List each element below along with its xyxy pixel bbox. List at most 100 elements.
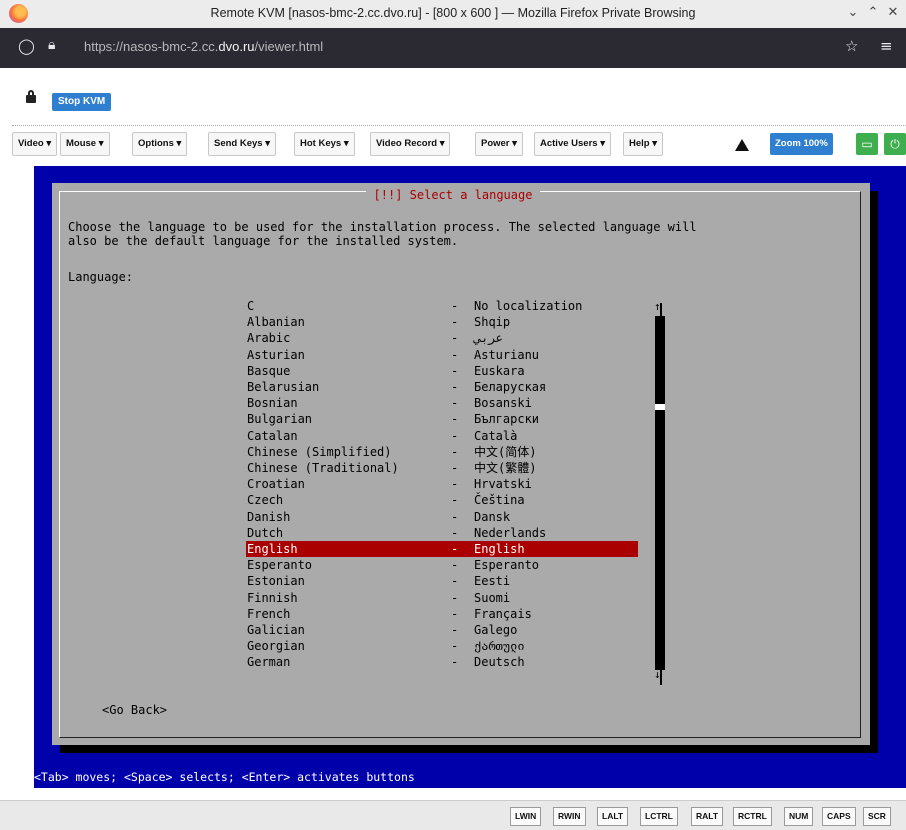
language-name: Galician <box>247 623 305 637</box>
language-name: C <box>247 299 255 313</box>
language-native-name: Nederlands <box>474 525 547 540</box>
screen-icon[interactable]: ▭ <box>856 133 878 155</box>
language-dash: - <box>451 412 459 427</box>
language-item[interactable]: Danish - Dansk <box>246 509 638 525</box>
language-item[interactable]: English - English <box>246 541 638 557</box>
language-item[interactable]: Georgian - ქართული <box>246 638 638 654</box>
language-name: Georgian <box>247 639 305 654</box>
menu-power[interactable]: Power ▾ <box>475 132 523 156</box>
language-item[interactable]: Basque - Euskara <box>246 363 638 379</box>
power-icon[interactable]: ⏻ <box>884 133 906 155</box>
shield-icon[interactable]: ◯ <box>18 37 35 55</box>
language-dash: - <box>451 509 459 524</box>
language-dash: - <box>451 477 459 492</box>
language-name: German <box>247 655 291 670</box>
language-item[interactable]: Asturian - Asturianu <box>246 347 638 363</box>
language-item[interactable]: Croatian - Hrvatski <box>246 476 638 492</box>
menu-video[interactable]: Video ▾ <box>12 132 58 156</box>
stop-kvm-button[interactable]: Stop KVM <box>52 93 112 111</box>
language-name: Basque <box>247 363 291 378</box>
scrollbar-lower[interactable] <box>655 414 665 670</box>
language-name: Danish <box>247 509 291 524</box>
language-item[interactable]: C - No localization <box>246 298 638 314</box>
url-path: /viewer.html <box>254 39 324 54</box>
minimize-icon[interactable]: ⌄ <box>846 5 860 20</box>
language-dash: - <box>451 493 459 508</box>
language-item[interactable]: German - Deutsch <box>246 654 638 670</box>
language-dash: - <box>451 347 459 362</box>
hamburger-menu-icon[interactable]: ≡ <box>880 37 893 55</box>
language-item[interactable]: Czech - Čeština <box>246 492 638 508</box>
language-dash: - <box>451 623 459 637</box>
language-native-name: Esperanto <box>474 558 540 573</box>
scroll-up-icon[interactable]: ↑ <box>654 300 661 313</box>
description-line-1: Choose the language to be used for the i… <box>68 220 697 234</box>
menu-options[interactable]: Options ▾ <box>132 132 188 156</box>
language-native-name: Català <box>474 428 518 443</box>
warning-icon[interactable] <box>735 139 749 151</box>
key-rwin-button[interactable]: RWIN <box>553 807 586 826</box>
language-item[interactable]: Catalan - Català <box>246 428 638 444</box>
language-name: French <box>247 606 291 621</box>
language-item[interactable]: Arabic - عربي <box>246 330 638 346</box>
language-item[interactable]: Bosnian - Bosanski <box>246 395 638 411</box>
dialog-title: [!!] Select a language <box>365 188 541 202</box>
language-item[interactable]: Dutch - Nederlands <box>246 525 638 541</box>
menu-hot-keys[interactable]: Hot Keys ▾ <box>294 132 355 156</box>
key-lalt-button[interactable]: LALT <box>597 807 629 826</box>
scrollbar-thumb[interactable] <box>655 404 665 410</box>
key-num-button[interactable]: NUM <box>784 807 814 826</box>
scroll-down-icon[interactable]: ↓ <box>654 668 661 681</box>
language-name: Bosnian <box>247 396 298 411</box>
language-native-name: Euskara <box>474 363 525 378</box>
language-item[interactable]: Albanian - Shqip <box>246 314 638 330</box>
maximize-icon[interactable]: ⌃ <box>866 5 880 20</box>
language-native-name: English <box>474 542 525 556</box>
dialog-description: Choose the language to be used for the i… <box>68 220 697 248</box>
bookmark-star-icon[interactable]: ☆ <box>845 37 858 55</box>
language-native-name: Deutsch <box>474 655 525 670</box>
language-name: Belarusian <box>247 380 320 394</box>
language-name: English <box>247 542 298 556</box>
language-name: Arabic <box>247 331 291 346</box>
menu-mouse[interactable]: Mouse ▾ <box>60 132 110 156</box>
menu-video-record[interactable]: Video Record ▾ <box>370 132 451 156</box>
lock-icon[interactable]: 🔒︎ <box>48 37 55 53</box>
language-item[interactable]: Finnish - Suomi <box>246 590 638 606</box>
close-icon[interactable]: ✕ <box>886 5 900 20</box>
key-rctrl-button[interactable]: RCTRL <box>733 807 772 826</box>
key-lctrl-button[interactable]: LCTRL <box>640 807 678 826</box>
language-item[interactable]: Belarusian - Беларуская <box>246 379 638 395</box>
go-back-button[interactable]: <Go Back> <box>102 703 167 717</box>
language-item[interactable]: Estonian - Eesti <box>246 573 638 589</box>
language-item[interactable]: Bulgarian - Български <box>246 411 638 427</box>
key-scr-button[interactable]: SCR <box>863 807 891 826</box>
language-item[interactable]: Chinese (Simplified) - 中文(简体) <box>246 444 638 460</box>
language-native-name: Galego <box>474 623 518 637</box>
language-native-name: Беларуская <box>474 380 547 394</box>
key-lwin-button[interactable]: LWIN <box>510 807 542 826</box>
language-item[interactable]: Esperanto - Esperanto <box>246 557 638 573</box>
language-dash: - <box>451 606 459 621</box>
language-dash: - <box>451 655 459 670</box>
language-dash: - <box>451 331 459 346</box>
language-name: Chinese (Simplified) <box>247 444 392 459</box>
url-field[interactable]: https://nasos-bmc-2.cc.dvo.ru/viewer.htm… <box>84 39 323 54</box>
language-native-name: ქართული <box>474 639 525 654</box>
menu-send-keys[interactable]: Send Keys ▾ <box>208 132 276 156</box>
language-native-name: Eesti <box>474 574 511 589</box>
language-native-name: No localization <box>474 299 583 313</box>
window-titlebar: Remote KVM [nasos-bmc-2.cc.dvo.ru] - [80… <box>0 0 906 29</box>
menu-help[interactable]: Help ▾ <box>623 132 663 156</box>
menu-active-users[interactable]: Active Users ▾ <box>534 132 611 156</box>
language-name: Finnish <box>247 590 298 605</box>
zoom-button[interactable]: Zoom 100% <box>770 133 833 155</box>
language-dash: - <box>451 396 459 411</box>
key-ralt-button[interactable]: RALT <box>691 807 724 826</box>
language-item[interactable]: Chinese (Traditional) - 中文(繁體) <box>246 460 638 476</box>
language-native-name: Shqip <box>474 315 511 330</box>
language-item[interactable]: Galician - Galego <box>246 622 638 638</box>
language-item[interactable]: French - Français <box>246 606 638 622</box>
browser-navbar: ◯ 🔒︎ https://nasos-bmc-2.cc.dvo.ru/viewe… <box>0 28 906 68</box>
key-caps-button[interactable]: CAPS <box>822 807 856 826</box>
